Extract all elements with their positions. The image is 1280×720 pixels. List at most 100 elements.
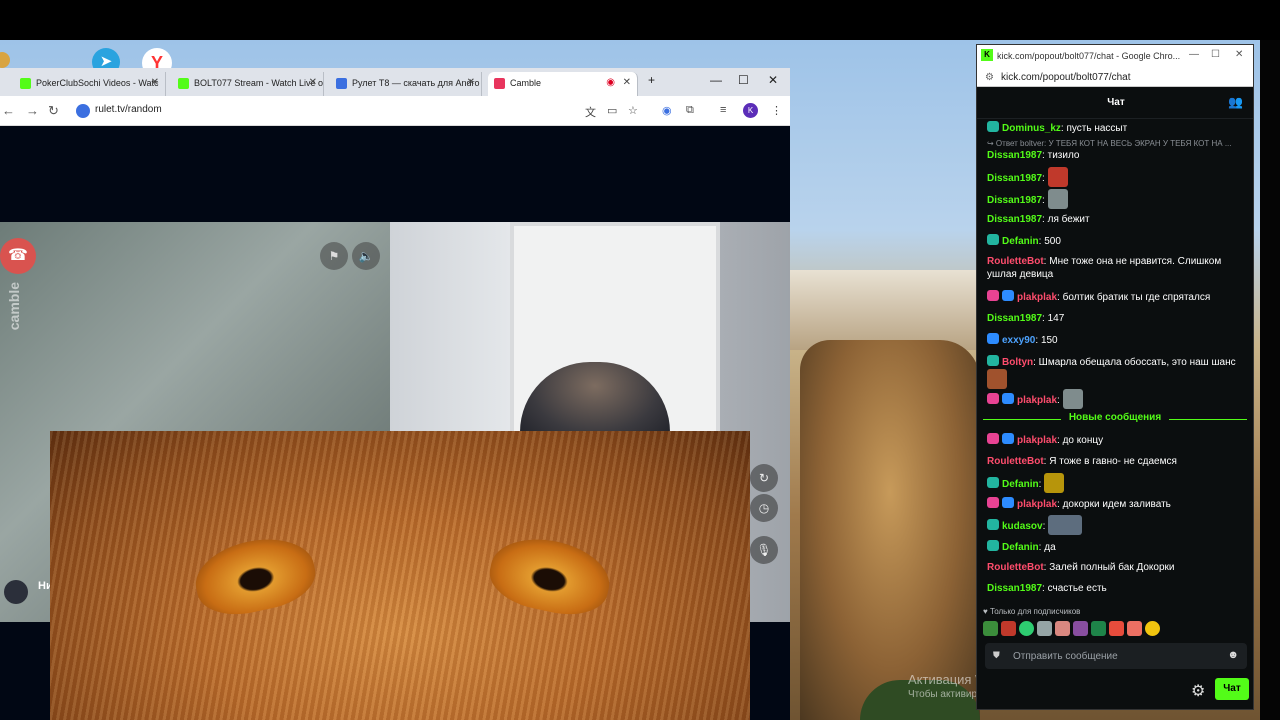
close-icon[interactable]: ✕ [151,77,159,88]
emote-icon[interactable] [1073,621,1088,636]
site-settings-icon[interactable]: ⚙ [985,72,994,83]
chat-username[interactable]: plakplak [1017,435,1057,446]
chat-username[interactable]: Boltyn [1002,357,1033,368]
shield-icon: ⛊ [993,650,1000,660]
sub-badge-icon [987,433,999,444]
subscribers-only-label: ♥ Только для подписчиков [983,607,1081,616]
top-black-bar [0,0,1280,40]
chat-username[interactable]: Dissan1987 [987,583,1042,594]
og-badge-icon [1002,290,1014,301]
tab-rulet[interactable]: Рулет T8 — скачать для Andro ✕ [330,72,482,96]
chat-username[interactable]: RouletteBot [987,456,1044,467]
url-field[interactable]: rulet.tv/random [70,100,650,122]
chat-username[interactable]: kudasov [1002,521,1043,532]
chat-username[interactable]: Dissan1987 [987,195,1042,206]
emote-icon[interactable] [1055,621,1070,636]
bookmark-star-icon[interactable]: ☆ [628,104,638,117]
chat-username[interactable]: Dissan1987 [987,313,1042,324]
emote-icon[interactable] [1001,621,1016,636]
maximize-button[interactable]: ☐ [738,73,749,87]
chat-username[interactable]: exxy90 [1002,335,1035,346]
chat-url-text: kick.com/popout/bolt077/chat [1001,72,1131,83]
hangup-button[interactable]: ☎ [0,238,36,274]
screen-edge [1260,40,1280,720]
send-message-input[interactable]: ⛊ Отправить сообщение ☻ [985,643,1247,669]
minimize-button[interactable]: — [1189,49,1199,60]
chat-text: ля бежит [1047,214,1090,225]
chat-username[interactable]: Dissan1987 [987,214,1042,225]
translate-icon[interactable]: 文 [585,104,596,120]
minimize-button[interactable]: — [710,73,722,87]
emote-icon[interactable] [1091,621,1106,636]
chat-window-title: kick.com/popout/bolt077/chat - Google Ch… [997,51,1181,61]
report-flag-button[interactable]: ⚑ [320,242,348,270]
users-icon[interactable]: 👥 [1228,95,1243,109]
emote-icon [1047,167,1068,187]
chat-username[interactable]: Dissan1987 [987,150,1042,161]
emote-icon[interactable] [1037,621,1052,636]
chat-username[interactable]: plakplak [1017,395,1057,406]
menu-dots-icon[interactable]: ⋮ [771,104,782,117]
close-icon[interactable]: ✕ [623,77,631,88]
emote-icon [1062,389,1083,409]
extension-icon[interactable]: ◉ [662,104,672,117]
site-info-icon[interactable] [76,104,90,118]
profile-avatar[interactable]: K [743,103,758,118]
chat-message: Dissan1987: ля бежит [987,214,1090,225]
new-tab-button[interactable]: + [648,73,655,87]
back-icon[interactable]: ← [2,103,15,118]
chat-username[interactable]: RouletteBot [987,562,1044,573]
timer-button[interactable]: ◷ [750,494,778,522]
sub-badge-icon [987,540,999,551]
chat-username[interactable]: Defanin [1002,479,1039,490]
close-window-button[interactable]: ✕ [1235,49,1243,60]
chat-address-bar: ⚙ kick.com/popout/bolt077/chat [977,67,1253,87]
chat-send-button[interactable]: Чат [1215,678,1249,700]
chat-message: Dissan1987: [987,189,1247,209]
emote-icon[interactable] [1109,621,1124,636]
close-icon[interactable]: ✕ [309,77,317,88]
microphone-button[interactable]: 🎙 [750,536,778,564]
chat-message: plakplak: до концу [987,433,1247,447]
chat-username[interactable]: Dominus_kz [1002,123,1061,134]
wallpaper-town [790,270,980,350]
maximize-button[interactable]: ☐ [1211,49,1220,60]
close-window-button[interactable]: ✕ [768,73,778,87]
chat-username[interactable]: plakplak [1017,292,1057,303]
chat-username[interactable]: Defanin [1002,542,1039,553]
cast-icon[interactable]: ▭ [607,104,617,117]
chat-username[interactable]: RouletteBot [987,256,1044,267]
chat-text: 150 [1040,335,1058,346]
chat-username[interactable]: plakplak [1017,499,1057,510]
chat-message: Boltyn: Шмарла обещала обоссать, это наш… [987,355,1247,389]
og-badge-icon [1002,497,1014,508]
chat-text: 147 [1047,313,1065,324]
media-control-icon[interactable]: ≡ [720,104,726,116]
chat-message: Defanin: 500 [987,234,1247,248]
chat-username[interactable]: Defanin [1002,236,1039,247]
reload-icon[interactable]: ↻ [48,103,59,119]
tab-camble[interactable]: Camble ◉ ✕ [488,72,638,96]
chat-message-list: Dominus_kz: пусть нассыт ↪ Ответ boltver… [977,119,1255,613]
extensions-puzzle-icon[interactable]: ⧉ [686,104,694,117]
volume-button[interactable]: 🔈 [352,242,380,270]
app-store-icon [336,78,347,89]
tab-pokerclubsochi[interactable]: PokerClubSochi Videos - Watc ✕ [14,72,166,96]
chat-username[interactable]: Dissan1987 [987,173,1042,184]
chat-text: да [1044,542,1056,553]
gear-icon[interactable]: ⚙ [1191,681,1205,701]
emote-icon[interactable] [1019,621,1034,636]
chat-message: Dissan1987: тизило [987,150,1080,161]
emote-icon[interactable] [983,621,998,636]
emote-icon [1047,189,1068,209]
switch-camera-button[interactable]: ↻ [750,464,778,492]
forward-icon[interactable]: → [26,103,39,118]
emote-icon[interactable] [1127,621,1142,636]
app-icon[interactable] [0,52,10,68]
tab-bolt077[interactable]: BOLT077 Stream - Watch Live o ✕ [172,72,324,96]
emote-icon[interactable] [1145,621,1160,636]
chat-message: Dissan1987: [987,167,1247,187]
reply-text: ↪ Ответ boltver: У ТЕБЯ КОТ НА ВЕСЬ ЭКРА… [987,139,1232,148]
close-icon[interactable]: ✕ [467,77,475,88]
emoji-icon[interactable]: ☻ [1227,649,1239,661]
